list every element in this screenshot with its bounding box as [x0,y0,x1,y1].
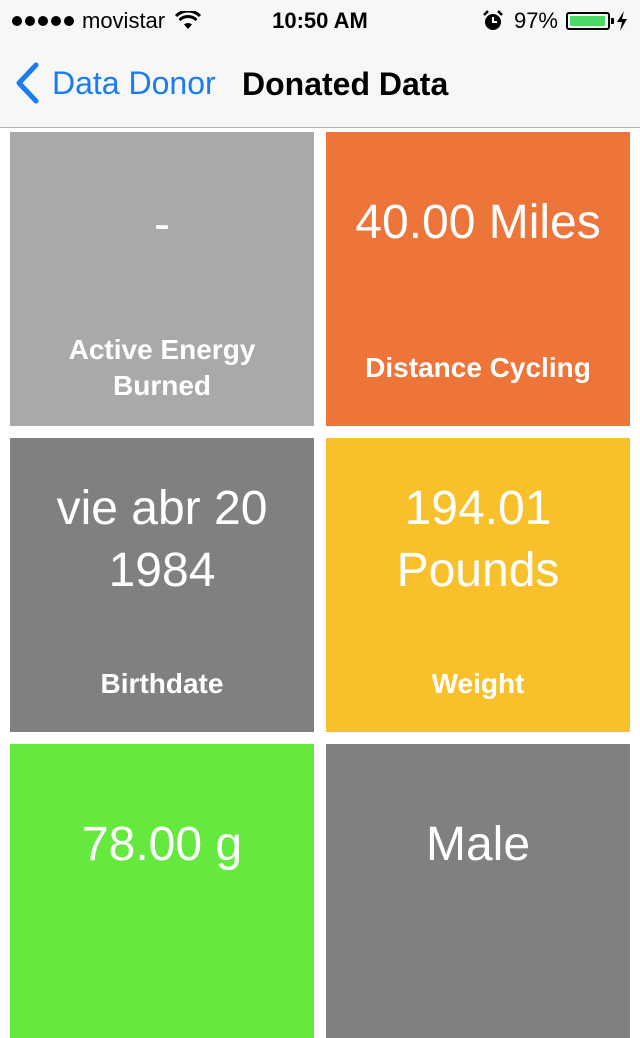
status-right: 97% [482,8,628,34]
tile-label: Weight [431,668,525,699]
back-button[interactable]: Data Donor [14,62,216,104]
tile-value: 78.00 g [81,818,243,871]
back-button-label: Data Donor [52,64,216,101]
battery-percent: 97% [513,8,558,33]
alarm-icon [483,10,503,30]
tile-value: vie abr 20 1984 [56,482,268,597]
tile-grams[interactable]: 78.00 g [10,744,314,1038]
data-tile-grid: - Active Energy Burned 40.00 Miles Dista… [10,132,630,1038]
charging-bolt-icon [617,11,627,31]
chevron-left-icon [16,62,39,104]
navigation-bar: Data Donor Donated Data [0,40,640,128]
tile-sex[interactable]: Male [326,744,630,1038]
status-bar: movistar 10:50 AM 97% [0,0,640,40]
tile-label: Birthdate [100,668,224,699]
tile-label: Active Energy Burned [68,334,256,401]
battery-fill [570,16,605,26]
tile-weight[interactable]: 194.01 Pounds Weight [326,438,630,732]
tile-value: 40.00 Miles [355,196,601,249]
tile-value: Male [425,818,531,871]
tile-distance-cycling[interactable]: 40.00 Miles Distance Cycling [326,132,630,426]
page-title: Donated Data [242,66,449,102]
battery-icon [566,12,614,30]
tile-birthdate[interactable]: vie abr 20 1984 Birthdate [10,438,314,732]
tile-label: Distance Cycling [365,352,591,383]
tile-active-energy[interactable]: - Active Energy Burned [10,132,314,426]
tile-value: 194.01 Pounds [396,482,560,597]
tile-value: - [154,198,170,251]
